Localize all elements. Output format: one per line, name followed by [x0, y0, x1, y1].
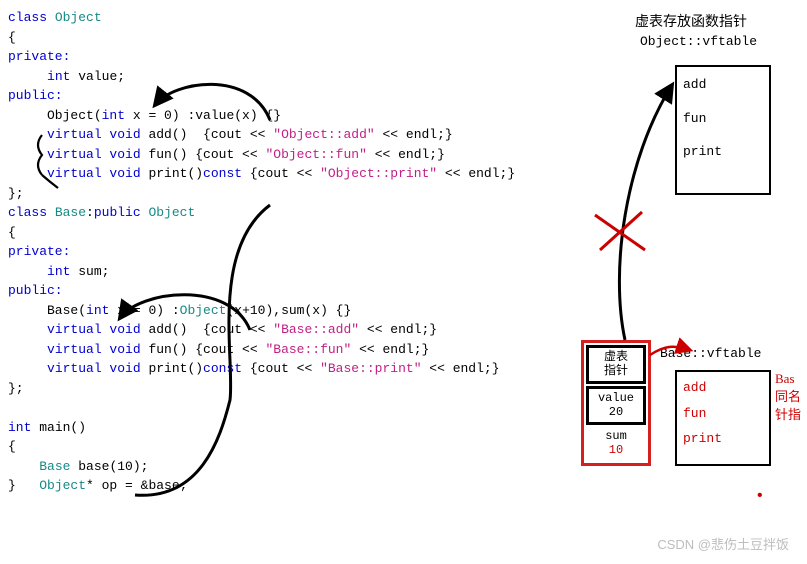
vtable-entry: print: [683, 142, 763, 162]
code-block: class Object { private: int value; publi…: [8, 8, 588, 496]
vtable-entry: add: [683, 75, 763, 95]
vtable-entry: add: [683, 378, 763, 398]
mem-value: value 20: [586, 386, 646, 425]
object-vftable-label: Object::vftable: [640, 32, 757, 52]
vtable-title-cn: 虚表存放函数指针: [635, 12, 747, 33]
base-vftable-label: Base::vftable: [660, 344, 761, 364]
watermark: CSDN @悲伤土豆拌饭: [657, 535, 789, 555]
object-vftable-box: add fun print: [675, 65, 771, 195]
mem-sum: sum 10: [586, 427, 646, 460]
mem-vptr: 虚表 指针: [586, 345, 646, 384]
vtable-entry: print: [683, 429, 763, 449]
vtable-entry: fun: [683, 109, 763, 129]
base-vftable-box: add fun print: [675, 370, 771, 466]
memory-layout: 虚表 指针 value 20 sum 10: [581, 340, 651, 466]
note-red: Bas 同名 针指: [775, 370, 801, 425]
vtable-entry: fun: [683, 404, 763, 424]
dot-icon: •: [755, 484, 765, 508]
page: { "code": { "l01a":"class ","l01b":"Obje…: [0, 0, 807, 564]
